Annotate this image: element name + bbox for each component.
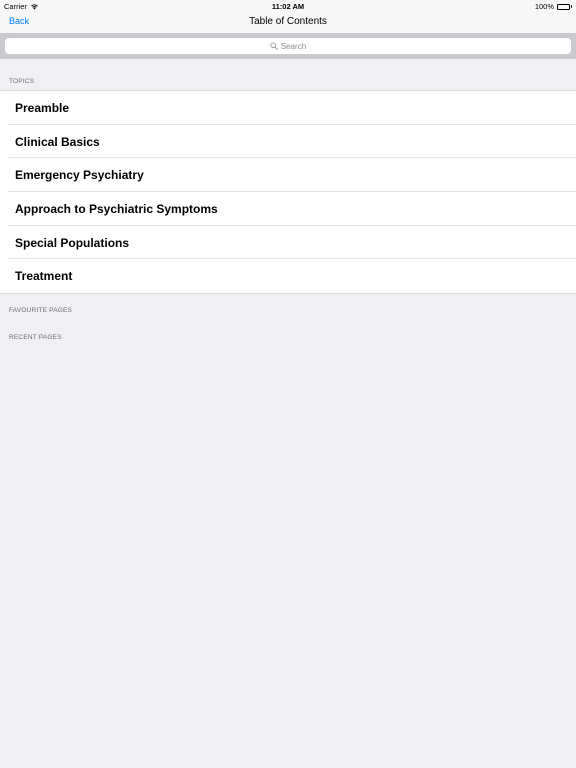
- status-right: 100%: [535, 2, 572, 11]
- recent-section-header: RECENT PAGES: [9, 334, 62, 341]
- topic-label: Approach to Psychiatric Symptoms: [15, 201, 218, 216]
- topics-list: Preamble Clinical Basics Emergency Psych…: [0, 90, 576, 295]
- topic-label: Clinical Basics: [15, 134, 100, 149]
- topic-label: Preamble: [15, 100, 70, 115]
- topic-item-approach-to-psychiatric-symptoms[interactable]: Approach to Psychiatric Symptoms: [0, 192, 576, 226]
- navigation-bar: Back Table of Contents: [0, 12, 576, 33]
- page-title: Table of Contents: [249, 16, 327, 27]
- topic-item-treatment[interactable]: Treatment: [0, 259, 576, 293]
- search-bar: Search: [0, 33, 576, 59]
- status-time: 11:02 AM: [271, 2, 305, 11]
- search-icon: [270, 42, 278, 50]
- topic-label: Treatment: [15, 269, 73, 284]
- search-placeholder: Search: [280, 41, 307, 51]
- topic-item-clinical-basics[interactable]: Clinical Basics: [0, 125, 576, 159]
- status-bar: Carrier 11:02 AM 100%: [0, 0, 576, 12]
- topic-label: Special Populations: [15, 235, 130, 250]
- search-input[interactable]: Search: [5, 38, 571, 54]
- battery-percent: 100%: [534, 2, 554, 11]
- favourites-section-header: FAVOURITE PAGES: [9, 307, 73, 314]
- topic-label: Emergency Psychiatry: [15, 168, 144, 183]
- topic-item-special-populations[interactable]: Special Populations: [0, 226, 576, 260]
- battery-icon: [557, 3, 572, 10]
- topic-item-emergency-psychiatry[interactable]: Emergency Psychiatry: [0, 158, 576, 192]
- topic-item-preamble[interactable]: Preamble: [0, 91, 576, 125]
- topics-section-header: TOPICS: [9, 78, 35, 85]
